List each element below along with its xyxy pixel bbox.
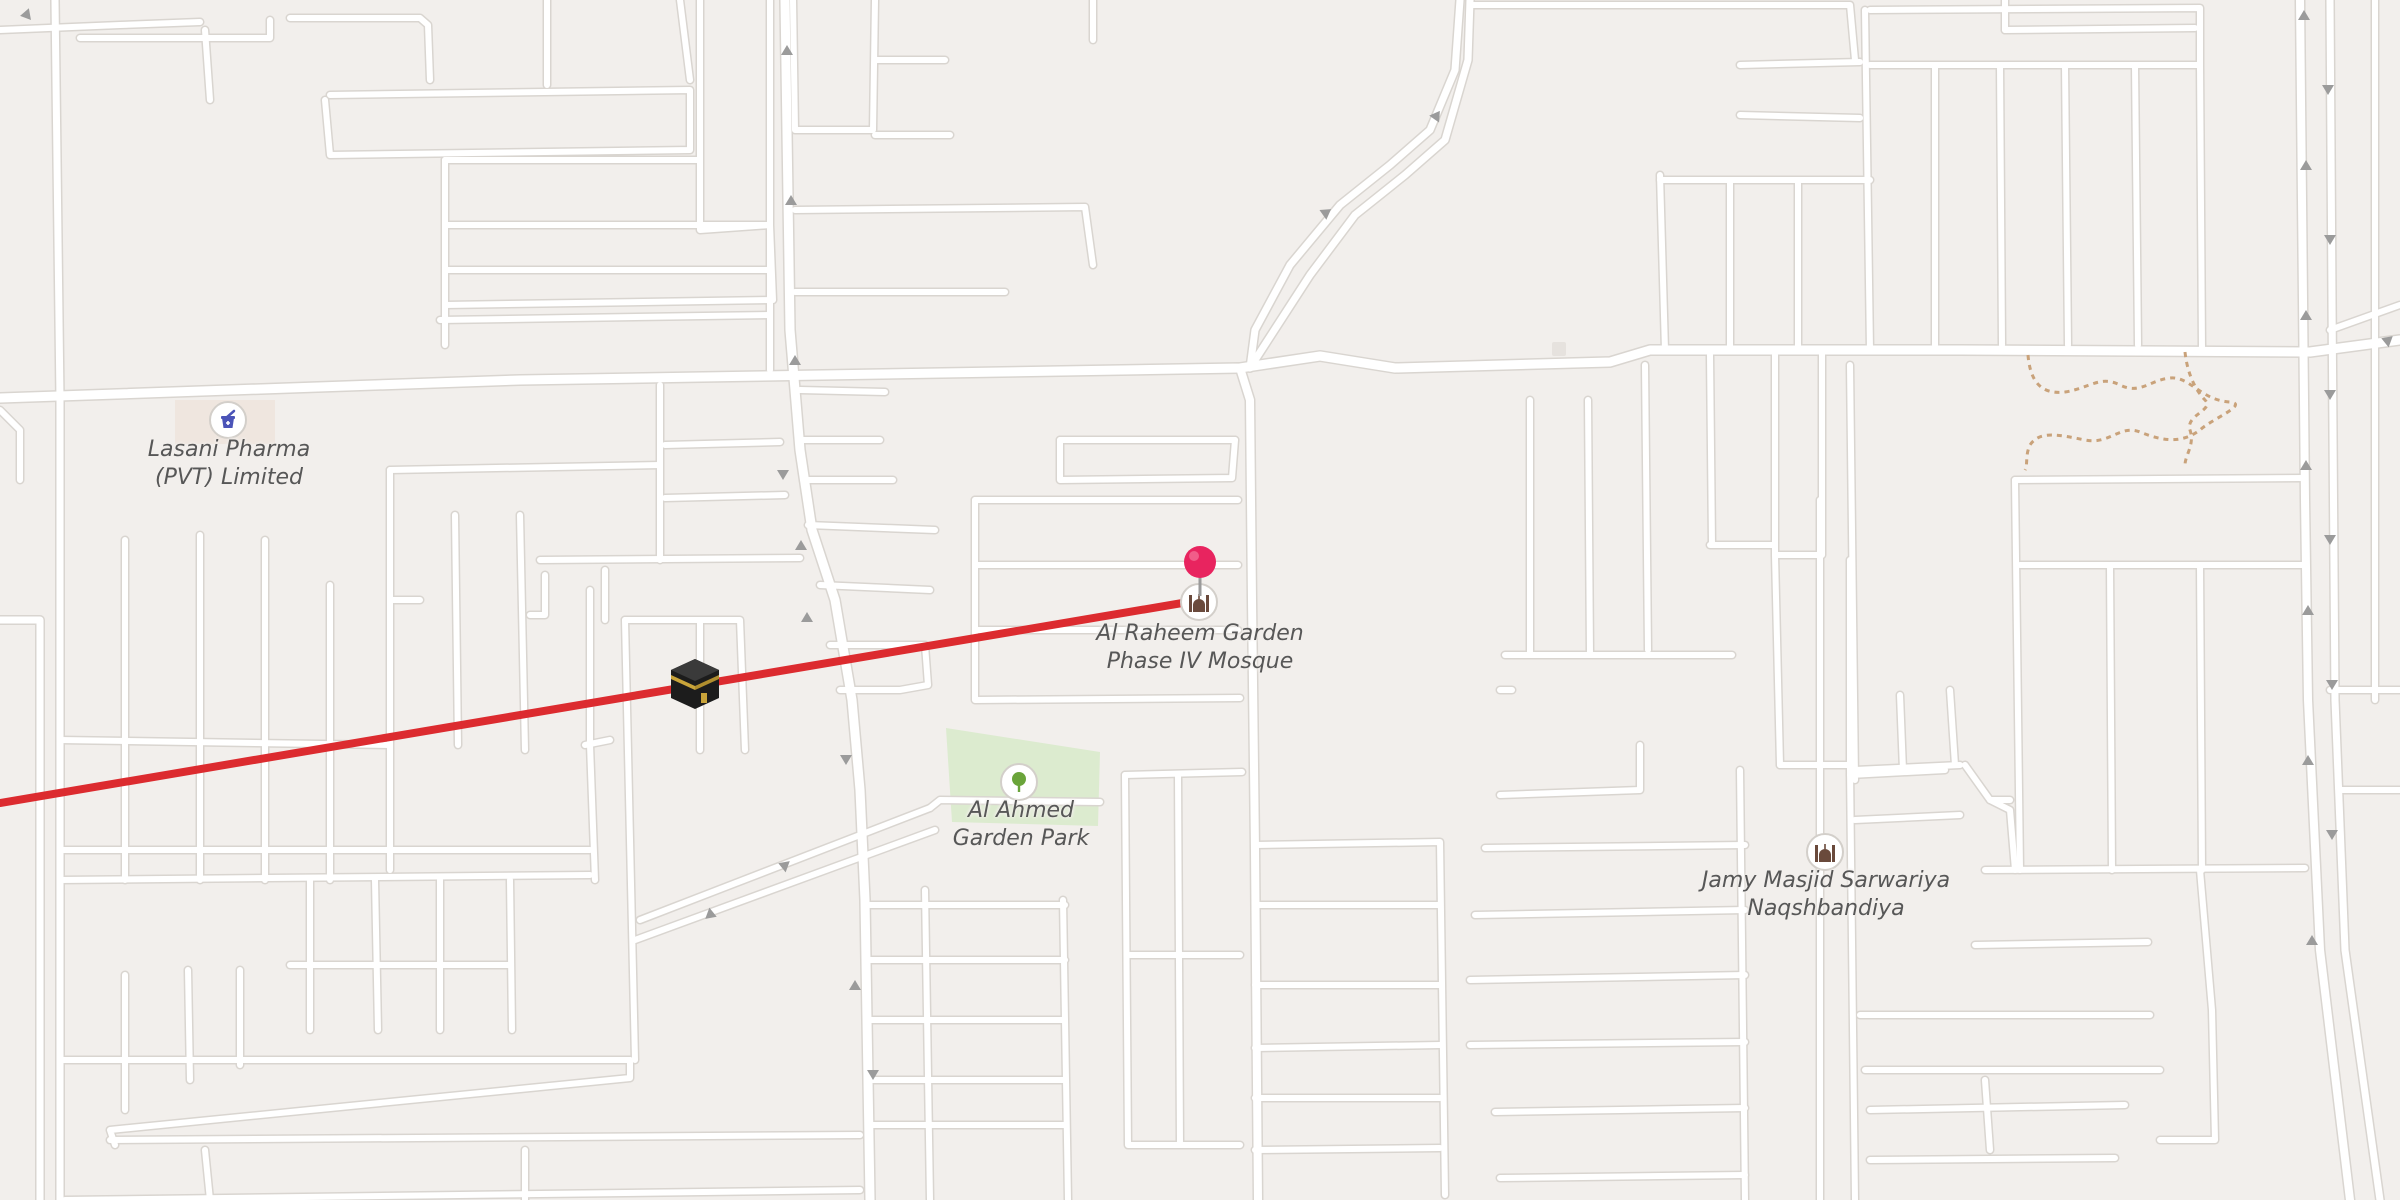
- road: [1737, 59, 1863, 68]
- road: [0, 19, 203, 33]
- kaaba-icon[interactable]: [667, 655, 723, 715]
- pharmacy-icon[interactable]: [209, 401, 247, 439]
- road: [1997, 62, 2005, 348]
- road: [1122, 769, 1245, 778]
- road-casing: [385, 465, 425, 605]
- road: [2327, 302, 2400, 333]
- road: [1867, 1155, 2118, 1163]
- road: [1772, 347, 1825, 558]
- road-casing: [285, 13, 435, 85]
- road: [1585, 397, 1593, 658]
- road-casing: [440, 220, 778, 310]
- map-pin-icon[interactable]: [1180, 544, 1220, 600]
- road-casing: [1250, 837, 1450, 1200]
- road: [1497, 1172, 1748, 1181]
- road: [1492, 1105, 1748, 1115]
- road-casing: [1495, 740, 1645, 800]
- road: [1642, 362, 1651, 653]
- poi-label-lasani[interactable]: Lasani Pharma (PVT) Limited: [148, 436, 310, 492]
- road: [1707, 352, 1715, 548]
- poi-label-jamy[interactable]: Jamy Masjid Sarwariya Naqshbandiya: [1702, 867, 1950, 923]
- road: [0, 407, 23, 483]
- road: [1175, 772, 1183, 1148]
- map-canvas[interactable]: Lasani Pharma (PVT) Limited Al Raheem Gar…: [0, 0, 2400, 1200]
- road-casing: [1465, 0, 1860, 65]
- road: [287, 15, 433, 83]
- road: [2132, 62, 2141, 348]
- road-casing: [1960, 760, 2020, 875]
- road: [1972, 939, 2151, 948]
- road: [452, 512, 461, 748]
- road: [662, 492, 788, 501]
- road: [372, 877, 381, 1033]
- road: [1252, 1042, 1443, 1051]
- road: [185, 967, 193, 1083]
- road: [2062, 62, 2071, 348]
- road: [527, 572, 548, 618]
- footpath: [2023, 351, 2237, 471]
- road: [0, 616, 44, 1200]
- road-casing: [695, 15, 775, 235]
- building: [1552, 342, 1566, 356]
- road-casing: [320, 85, 695, 160]
- road: [1737, 112, 1863, 121]
- road: [2002, 25, 2198, 33]
- road: [662, 439, 783, 448]
- road: [1867, 62, 2205, 353]
- road: [2197, 562, 2205, 873]
- road-casing: [779, 0, 876, 1200]
- road: [697, 17, 773, 233]
- road: [507, 877, 515, 1033]
- road: [537, 555, 803, 563]
- park-tree-icon[interactable]: [1000, 763, 1038, 801]
- road-casing: [2155, 865, 2220, 1145]
- road: [790, 0, 878, 133]
- mosque-icon[interactable]: [1806, 833, 1844, 871]
- road-casing: [0, 615, 45, 1200]
- road: [2296, 0, 2354, 1200]
- road: [1982, 865, 2308, 873]
- road: [1897, 692, 1906, 773]
- road-casing: [788, 0, 880, 135]
- road: [442, 222, 776, 308]
- road-casing: [790, 202, 1098, 270]
- road: [1252, 839, 1448, 1198]
- poi-label-alahmed[interactable]: Al Ahmed Garden Park: [953, 797, 1090, 853]
- road: [322, 87, 693, 158]
- road: [2107, 562, 2115, 873]
- road: [2012, 475, 2308, 483]
- road: [57, 617, 393, 748]
- road: [1467, 1039, 1748, 1048]
- road: [1251, 0, 1474, 364]
- poi-label-alraheem[interactable]: Al Raheem Garden Phase IV Mosque: [1096, 620, 1303, 676]
- road-casing: [1865, 60, 2207, 355]
- road: [780, 0, 875, 1200]
- road-casing: [1055, 435, 1240, 485]
- road: [792, 204, 1096, 268]
- road: [797, 387, 888, 395]
- road: [0, 335, 2400, 403]
- road-casing: [55, 615, 395, 750]
- road: [1252, 1145, 1443, 1153]
- road: [632, 827, 938, 943]
- road: [1467, 2, 1858, 63]
- road: [1482, 842, 1748, 851]
- road-casing: [1770, 345, 1827, 560]
